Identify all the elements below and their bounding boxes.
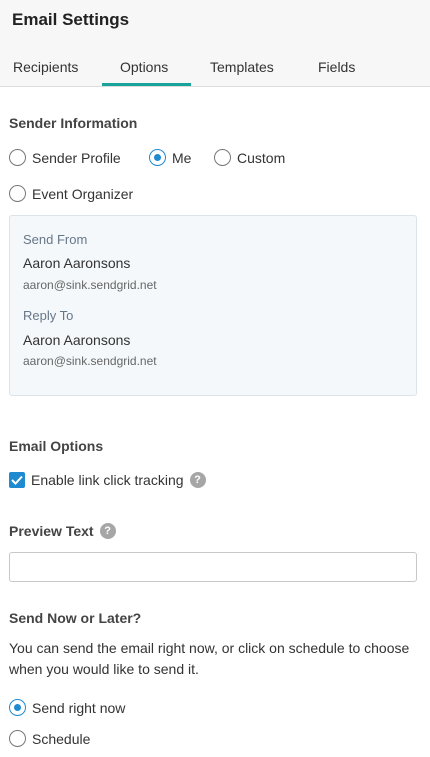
send-timing-description: You can send the email right now, or cli…: [9, 640, 410, 677]
reply-to-label: Reply To: [23, 308, 74, 323]
reply-to-name: Aaron Aaronsons: [23, 332, 131, 348]
radio-circle[interactable]: [149, 149, 166, 166]
question-circle-icon[interactable]: ?: [99, 523, 116, 539]
email-options-heading: Email Options: [9, 438, 104, 454]
header: Email Settings Recipients Options Templa…: [0, 0, 430, 87]
radio-me[interactable]: Me: [149, 149, 191, 166]
tab-templates[interactable]: Templates: [210, 59, 274, 75]
active-tab-indicator: [102, 83, 191, 86]
preview-text-title: Preview Text: [9, 523, 94, 539]
send-from-email: aaron@sink.sendgrid.net: [23, 278, 157, 292]
preview-text-input[interactable]: [9, 552, 417, 582]
radio-label: Schedule: [32, 730, 91, 747]
sender-details-box: Send From Aaron Aaronsons aaron@sink.sen…: [9, 215, 417, 396]
send-from-label: Send From: [23, 232, 88, 247]
send-timing-heading: Send Now or Later?: [9, 610, 142, 626]
radio-schedule[interactable]: Schedule: [9, 730, 90, 747]
preview-text-heading: Preview Text ?: [9, 523, 116, 539]
radio-label: Send right now: [32, 699, 126, 716]
radio-circle[interactable]: [9, 699, 26, 716]
radio-label: Custom: [237, 149, 286, 166]
tab-recipients[interactable]: Recipients: [13, 59, 78, 75]
radio-custom[interactable]: Custom: [214, 149, 285, 166]
sender-information-heading: Sender Information: [9, 115, 138, 131]
link-tracking-checkbox-row[interactable]: Enable link click tracking ?: [9, 472, 206, 488]
link-tracking-label: Enable link click tracking: [31, 472, 184, 488]
radio-circle[interactable]: [9, 730, 26, 747]
send-from-name: Aaron Aaronsons: [23, 255, 131, 271]
reply-to-email: aaron@sink.sendgrid.net: [23, 354, 157, 368]
radio-send-right-now[interactable]: Send right now: [9, 699, 125, 716]
radio-label: Sender Profile: [32, 149, 121, 166]
radio-sender-profile[interactable]: Sender Profile: [9, 149, 121, 166]
checkmark-icon[interactable]: [9, 472, 25, 488]
radio-circle[interactable]: [9, 185, 26, 202]
tab-fields[interactable]: Fields: [318, 59, 355, 75]
question-circle-icon[interactable]: ?: [189, 472, 206, 488]
page-title: Email Settings: [12, 10, 130, 29]
radio-label: Event Organizer: [32, 185, 134, 202]
radio-circle[interactable]: [9, 149, 26, 166]
radio-circle[interactable]: [214, 149, 231, 166]
tab-options[interactable]: Options: [120, 59, 168, 75]
radio-label: Me: [172, 149, 192, 166]
radio-event-organizer[interactable]: Event Organizer: [9, 185, 133, 202]
